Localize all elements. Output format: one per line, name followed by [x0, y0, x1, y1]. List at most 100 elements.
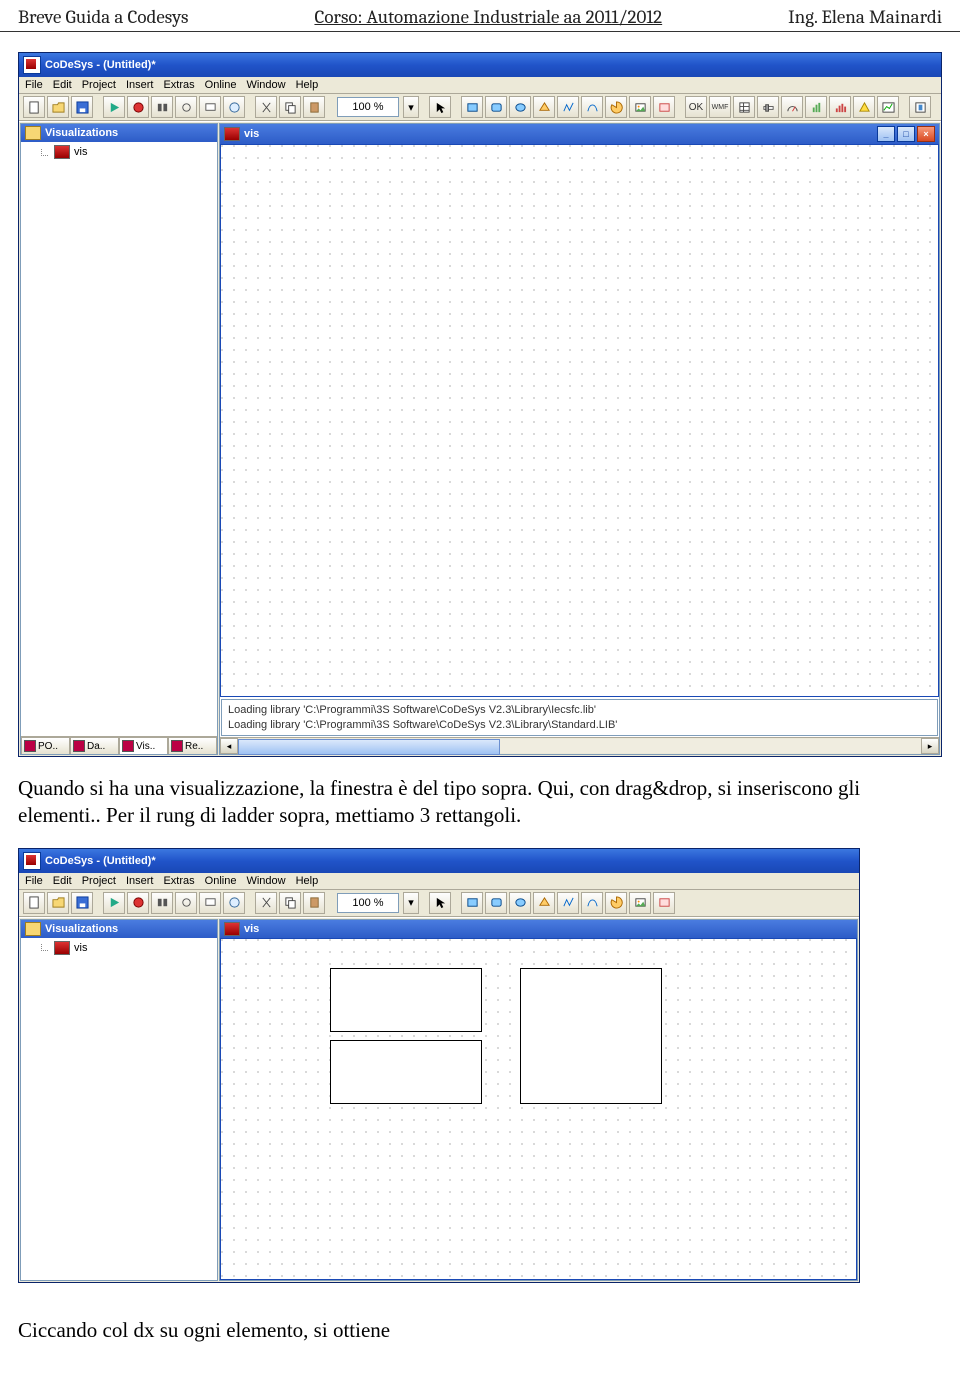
tool-curve-icon[interactable] — [581, 892, 603, 914]
tool-table-icon[interactable] — [733, 96, 755, 118]
tool-open-icon[interactable] — [47, 96, 69, 118]
tool-run-icon[interactable] — [103, 96, 125, 118]
tab-pous[interactable]: PO.. — [21, 737, 70, 754]
tool-histogram-icon[interactable] — [829, 96, 851, 118]
zoom-dropdown-icon[interactable]: ▾ — [403, 892, 419, 914]
tool-ellipse-icon[interactable] — [509, 96, 531, 118]
menu-help[interactable]: Help — [296, 79, 319, 91]
tool-curve-icon[interactable] — [581, 96, 603, 118]
tool-polyline-icon[interactable] — [557, 96, 579, 118]
tool-paste-icon[interactable] — [303, 892, 325, 914]
menu-project[interactable]: Project — [82, 875, 116, 887]
tool-run-icon[interactable] — [103, 892, 125, 914]
tool-new-icon[interactable] — [23, 892, 45, 914]
tool-global-icon[interactable] — [223, 892, 245, 914]
tool-cut-icon[interactable] — [255, 96, 277, 118]
sidebar-title[interactable]: Visualizations — [21, 920, 217, 938]
tab-datatypes[interactable]: Da.. — [70, 737, 119, 754]
close-icon[interactable]: × — [917, 126, 935, 142]
tool-cursor-icon[interactable] — [429, 96, 451, 118]
menu-file[interactable]: File — [25, 875, 43, 887]
tool-cursor-icon[interactable] — [429, 892, 451, 914]
tool-visref-icon[interactable] — [653, 892, 675, 914]
tool-rect-icon[interactable] — [461, 892, 483, 914]
tool-slider-icon[interactable] — [757, 96, 779, 118]
tool-copy-icon[interactable] — [279, 96, 301, 118]
menu-online[interactable]: Online — [205, 875, 237, 887]
menu-insert[interactable]: Insert — [126, 875, 154, 887]
zoom-value[interactable]: 100 % — [337, 97, 399, 117]
tool-monitor-icon[interactable] — [199, 96, 221, 118]
tool-open-icon[interactable] — [47, 892, 69, 914]
menu-extras[interactable]: Extras — [163, 79, 194, 91]
tool-pie-icon[interactable] — [605, 892, 627, 914]
visualization-canvas[interactable] — [220, 938, 857, 1280]
rectangle-1[interactable] — [330, 968, 482, 1032]
tree-item-vis[interactable]: vis — [21, 142, 217, 162]
menu-edit[interactable]: Edit — [53, 875, 72, 887]
tool-cut-icon[interactable] — [255, 892, 277, 914]
scroll-track[interactable] — [238, 739, 921, 753]
tool-alarm-icon[interactable] — [853, 96, 875, 118]
tool-trend-icon[interactable] — [877, 96, 899, 118]
tool-visref-icon[interactable] — [653, 96, 675, 118]
menu-insert[interactable]: Insert — [126, 79, 154, 91]
visualization-canvas[interactable] — [220, 144, 939, 697]
tool-global-icon[interactable] — [223, 96, 245, 118]
tab-resources[interactable]: Re.. — [168, 737, 217, 754]
menu-file[interactable]: File — [25, 79, 43, 91]
menu-edit[interactable]: Edit — [53, 79, 72, 91]
scroll-right-icon[interactable]: ▸ — [921, 738, 939, 754]
tool-stop-icon[interactable] — [127, 892, 149, 914]
sidebar-title[interactable]: Visualizations — [21, 124, 217, 142]
zoom-dropdown-icon[interactable]: ▾ — [403, 96, 419, 118]
menu-project[interactable]: Project — [82, 79, 116, 91]
maximize-icon[interactable]: □ — [897, 126, 915, 142]
scroll-thumb[interactable] — [238, 739, 500, 755]
tool-pie-icon[interactable] — [605, 96, 627, 118]
tab-visualizations[interactable]: Vis.. — [119, 737, 168, 754]
rectangle-2[interactable] — [330, 1040, 482, 1104]
tool-roundrect-icon[interactable] — [485, 892, 507, 914]
tool-meter-icon[interactable] — [781, 96, 803, 118]
tool-step-icon[interactable] — [151, 892, 173, 914]
tool-new-icon[interactable] — [23, 96, 45, 118]
tool-step-icon[interactable] — [151, 96, 173, 118]
menu-help[interactable]: Help — [296, 875, 319, 887]
zoom-value[interactable]: 100 % — [337, 893, 399, 913]
tool-roundrect-icon[interactable] — [485, 96, 507, 118]
tool-wmf-icon[interactable]: WMF — [709, 96, 731, 118]
tool-activex-icon[interactable] — [909, 96, 931, 118]
tool-polygon-icon[interactable] — [533, 96, 555, 118]
horizontal-scrollbar[interactable]: ◂ ▸ — [220, 737, 939, 754]
minimize-icon[interactable]: _ — [877, 126, 895, 142]
tab-icon — [122, 740, 134, 752]
titlebar[interactable]: CoDeSys - (Untitled)* — [19, 849, 859, 873]
titlebar[interactable]: CoDeSys - (Untitled)* — [19, 53, 941, 77]
inner-titlebar[interactable]: vis — [220, 920, 857, 938]
tool-monitor-icon[interactable] — [199, 892, 221, 914]
scroll-left-icon[interactable]: ◂ — [220, 738, 238, 754]
menu-window[interactable]: Window — [246, 875, 285, 887]
tool-stop-icon[interactable] — [127, 96, 149, 118]
menu-window[interactable]: Window — [246, 79, 285, 91]
tool-bitmap-icon[interactable] — [629, 892, 651, 914]
tree-item-vis[interactable]: vis — [21, 938, 217, 958]
tool-ellipse-icon[interactable] — [509, 892, 531, 914]
tool-button-icon[interactable]: OK — [685, 96, 707, 118]
tool-save-icon[interactable] — [71, 96, 93, 118]
tool-copy-icon[interactable] — [279, 892, 301, 914]
tool-bargraph-icon[interactable] — [805, 96, 827, 118]
tool-save-icon[interactable] — [71, 892, 93, 914]
tool-breakpoint-icon[interactable] — [175, 96, 197, 118]
tool-paste-icon[interactable] — [303, 96, 325, 118]
tool-polygon-icon[interactable] — [533, 892, 555, 914]
tool-rect-icon[interactable] — [461, 96, 483, 118]
inner-titlebar[interactable]: vis _ □ × — [220, 124, 939, 144]
tool-breakpoint-icon[interactable] — [175, 892, 197, 914]
tool-polyline-icon[interactable] — [557, 892, 579, 914]
tool-bitmap-icon[interactable] — [629, 96, 651, 118]
menu-online[interactable]: Online — [205, 79, 237, 91]
rectangle-3[interactable] — [520, 968, 662, 1104]
menu-extras[interactable]: Extras — [163, 875, 194, 887]
